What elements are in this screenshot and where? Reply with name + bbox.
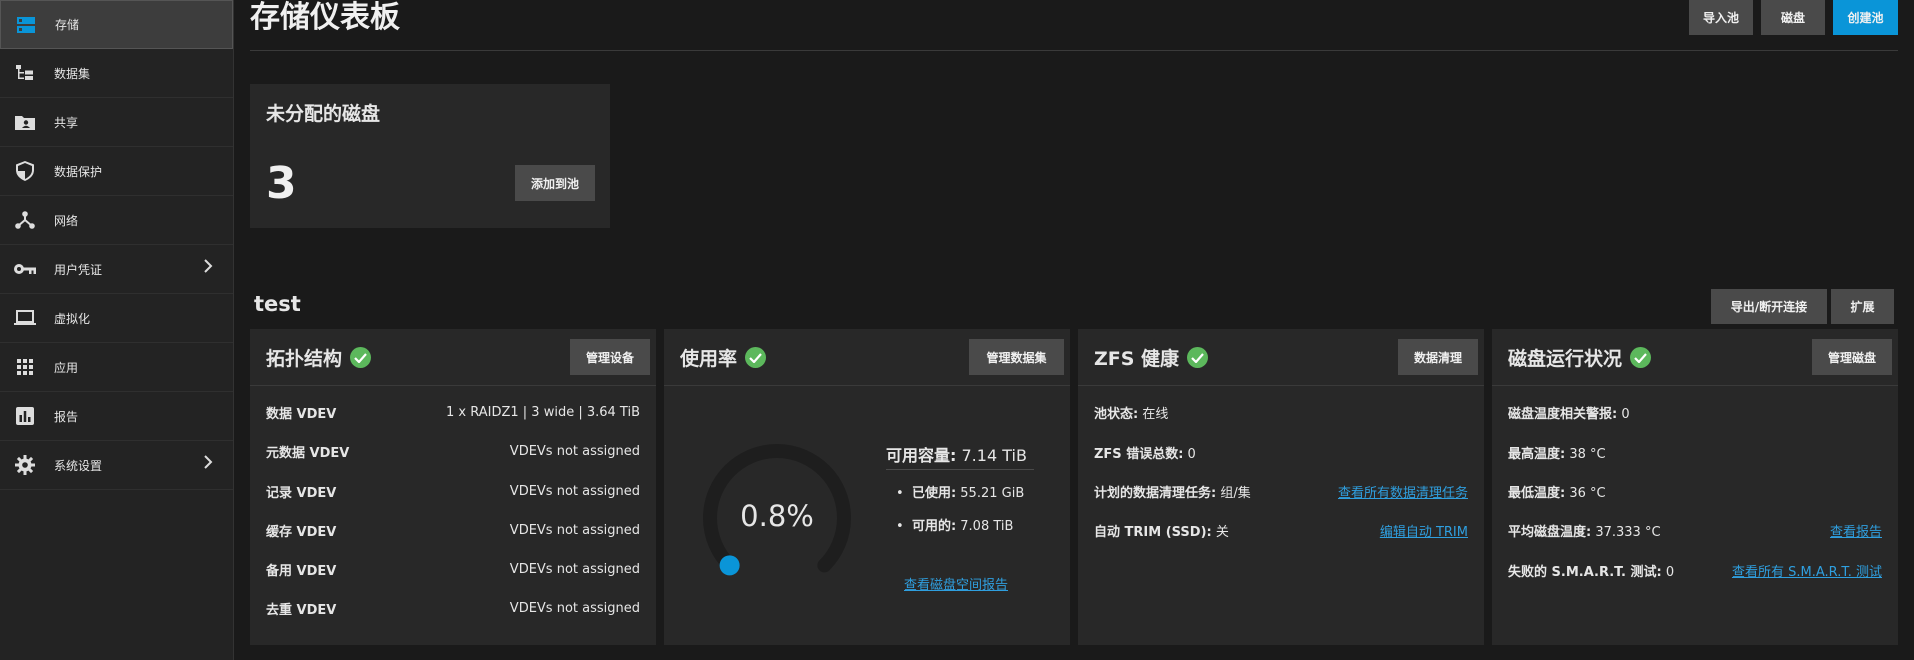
- disk-space-report-link[interactable]: 查看磁盘空间报告: [904, 574, 1008, 593]
- unassigned-disks-count: 3: [266, 158, 297, 209]
- sidebar-item-label: 用户凭证: [54, 262, 103, 277]
- sidebar-item-label: 共享: [54, 115, 79, 130]
- unassigned-disks-title: 未分配的磁盘: [266, 103, 381, 125]
- unassigned-disks-card: 未分配的磁盘 3 添加到池: [250, 84, 610, 228]
- card-divider: [664, 385, 1070, 386]
- sidebar-item-label: 虚拟化: [54, 311, 91, 326]
- card-divider: [250, 385, 656, 386]
- smart-tests-row: 失败的 S.M.A.R.T. 测试: 0 查看所有 S.M.A.R.T. 测试: [1508, 560, 1882, 580]
- sidebar-item-virtualization[interactable]: 虚拟化: [0, 294, 233, 343]
- max-temp-row: 最高温度: 38 °C: [1508, 446, 1606, 462]
- edit-auto-trim-link[interactable]: 编辑自动 TRIM: [1380, 521, 1468, 540]
- sidebar-item-label: 报告: [54, 409, 79, 424]
- storage-icon: [15, 14, 37, 36]
- key-icon: [14, 258, 36, 280]
- used-line: • 已使用: 55.21 GiB: [896, 486, 1025, 501]
- scrub-tasks-row: 计划的数据清理任务: 组/集 查看所有数据清理任务: [1094, 481, 1468, 501]
- header-divider: [250, 50, 1898, 51]
- sidebar-item-datasets[interactable]: 数据集: [0, 49, 233, 98]
- zfs-errors-row: ZFS 错误总数: 0: [1094, 446, 1196, 462]
- topology-row: 缓存 VDEV VDEVs not assigned: [266, 522, 640, 540]
- chevron-right-icon: [203, 259, 213, 276]
- create-pool-button[interactable]: 创建池: [1833, 0, 1898, 35]
- zfs-title-group: ZFS 健康: [1094, 344, 1209, 371]
- sidebar-item-shares[interactable]: 共享: [0, 98, 233, 147]
- available-line: • 可用的: 7.08 TiB: [896, 519, 1014, 534]
- topology-row: 去重 VDEV VDEVs not assigned: [266, 600, 640, 618]
- disk-health-card: 磁盘运行状况 管理磁盘 磁盘温度相关警报: 0 最高温度: 38 °C 最低温度…: [1492, 329, 1898, 645]
- topology-row: 数据 VDEV 1 x RAIDZ1 | 3 wide | 3.64 TiB: [266, 404, 640, 422]
- sidebar-item-label: 数据集: [54, 66, 91, 81]
- sidebar-item-credentials[interactable]: 用户凭证: [0, 245, 233, 294]
- chart-icon: [14, 405, 36, 427]
- topology-title-group: 拓扑结构: [266, 344, 372, 371]
- sidebar-item-data-protection[interactable]: 数据保护: [0, 147, 233, 196]
- disk-health-title-group: 磁盘运行状况: [1508, 344, 1652, 371]
- expand-button[interactable]: 扩展: [1831, 289, 1894, 324]
- laptop-icon: [14, 307, 36, 329]
- topology-row: 备用 VDEV VDEVs not assigned: [266, 561, 640, 579]
- export-disconnect-button[interactable]: 导出/断开连接: [1711, 289, 1827, 324]
- view-scrub-tasks-link[interactable]: 查看所有数据清理任务: [1338, 482, 1468, 501]
- capacity-line: 可用容量: 7.14 TiB: [886, 446, 1027, 465]
- check-circle-icon: [1187, 347, 1209, 368]
- sidebar-item-label: 数据保护: [54, 164, 103, 179]
- disks-button[interactable]: 磁盘: [1761, 0, 1825, 35]
- card-divider: [1492, 385, 1898, 386]
- usage-title: 使用率: [680, 348, 738, 370]
- scrub-button[interactable]: 数据清理: [1398, 339, 1478, 375]
- dataset-tree-icon: [14, 62, 36, 84]
- sidebar-item-system-settings[interactable]: 系统设置: [0, 441, 233, 490]
- sidebar-item-storage[interactable]: 存储: [0, 0, 233, 49]
- auto-trim-row: 自动 TRIM (SSD): 关 编辑自动 TRIM: [1094, 520, 1468, 540]
- gauge-marker: [719, 555, 740, 576]
- disk-health-title: 磁盘运行状况: [1508, 348, 1623, 370]
- pool-status-row: 池状态: 在线: [1094, 406, 1169, 422]
- sidebar-item-apps[interactable]: 应用: [0, 343, 233, 392]
- avg-temp-row: 平均磁盘温度: 37.333 °C 查看报告: [1508, 520, 1882, 540]
- manage-disks-button[interactable]: 管理磁盘: [1812, 339, 1892, 375]
- network-icon: [14, 209, 36, 231]
- sidebar-item-reporting[interactable]: 报告: [0, 392, 233, 441]
- usage-card: 使用率 管理数据集 0.8% 可用容量: 7.14 TiB • 已使用: 55.…: [664, 329, 1070, 645]
- sidebar-item-label: 系统设置: [54, 458, 103, 473]
- usage-percent: 0.8%: [740, 499, 814, 533]
- card-divider: [1078, 385, 1484, 386]
- apps-grid-icon: [14, 356, 36, 378]
- manage-datasets-button[interactable]: 管理数据集: [969, 339, 1064, 375]
- chevron-right-icon: [203, 455, 213, 472]
- topology-title: 拓扑结构: [266, 348, 343, 370]
- temp-alerts-row: 磁盘温度相关警报: 0: [1508, 406, 1630, 422]
- usage-title-group: 使用率: [680, 344, 767, 371]
- sidebar-item-label: 存储: [55, 18, 80, 32]
- view-smart-tests-link[interactable]: 查看所有 S.M.A.R.T. 测试: [1732, 561, 1882, 580]
- import-pool-button[interactable]: 导入池: [1689, 0, 1753, 35]
- capacity-divider: [886, 469, 1034, 470]
- check-circle-icon: [1630, 347, 1652, 368]
- topology-card: 拓扑结构 管理设备 数据 VDEV 1 x RAIDZ1 | 3 wide | 3…: [250, 329, 656, 645]
- view-report-link[interactable]: 查看报告: [1830, 521, 1882, 540]
- zfs-health-card: ZFS 健康 数据清理 池状态: 在线 ZFS 错误总数: 0 计划的数据清理任…: [1078, 329, 1484, 645]
- topology-row: 元数据 VDEV VDEVs not assigned: [266, 443, 640, 461]
- sidebar-item-label: 应用: [54, 360, 79, 375]
- sidebar: 存储 数据集 共享 数据保护 网络 用户凭证 虚拟化 应用 报告 系统设置: [0, 0, 234, 660]
- min-temp-row: 最低温度: 36 °C: [1508, 485, 1606, 501]
- shield-icon: [14, 160, 36, 182]
- folder-share-icon: [14, 111, 36, 133]
- add-to-pool-button[interactable]: 添加到池: [515, 165, 595, 201]
- pool-name: test: [254, 292, 301, 316]
- topology-row: 记录 VDEV VDEVs not assigned: [266, 483, 640, 501]
- gear-icon: [14, 454, 36, 476]
- sidebar-item-label: 网络: [54, 213, 79, 228]
- sidebar-item-network[interactable]: 网络: [0, 196, 233, 245]
- manage-devices-button[interactable]: 管理设备: [570, 339, 650, 375]
- page-title: 存储仪表板: [250, 0, 400, 35]
- zfs-title: ZFS 健康: [1094, 348, 1180, 370]
- check-circle-icon: [350, 347, 372, 368]
- check-circle-icon: [745, 347, 767, 368]
